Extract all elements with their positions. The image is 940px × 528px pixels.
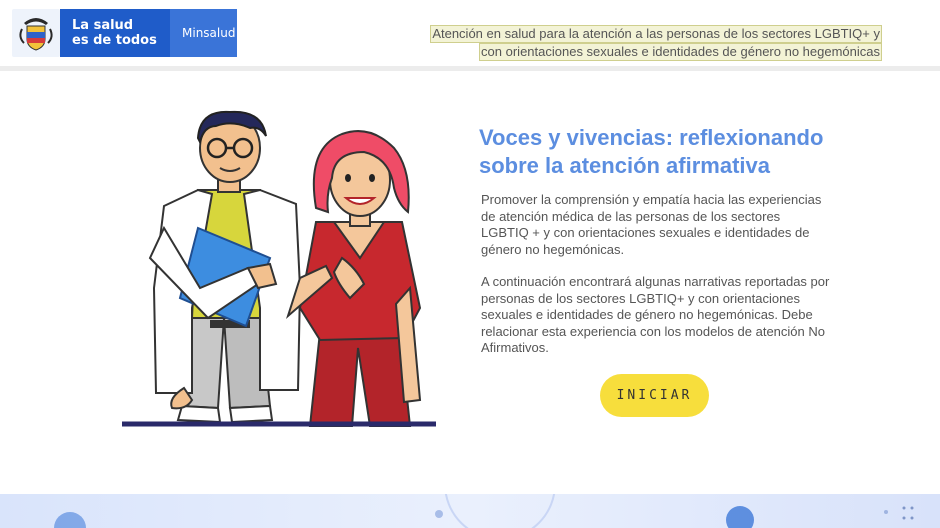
logo-ministry: Minsalud [170,9,237,57]
logo-ministry-label: Minsalud [182,26,236,40]
logo-wordmark: La salud es de todos [60,9,170,57]
course-title: Atención en salud para la atención a las… [430,25,882,61]
nurse-figure [285,130,422,427]
doctor-figure [148,110,302,424]
intro-paragraph: Promover la comprensión y empatía hacia … [481,192,822,257]
footer-decoration [0,494,940,528]
page-title: Voces y vivencias: reflexionando sobre l… [479,125,824,178]
logo-line2: es de todos [72,33,157,48]
minsalud-logo[interactable]: La salud es de todos Minsalud [12,9,237,57]
course-title-line1: Atención en salud para la atención a las… [430,25,882,43]
doctor-nurse-illustration [120,108,440,430]
header-divider [0,66,940,71]
start-button[interactable]: INICIAR [600,374,709,417]
coat-of-arms-icon [12,9,60,57]
instructions-paragraph: A continuación encontrará algunas narrat… [481,274,830,355]
logo-line1: La salud [72,18,134,33]
header-bar: La salud es de todos Minsalud Atención e… [0,0,940,66]
course-title-line2: con orientaciones sexuales e identidades… [479,43,882,61]
